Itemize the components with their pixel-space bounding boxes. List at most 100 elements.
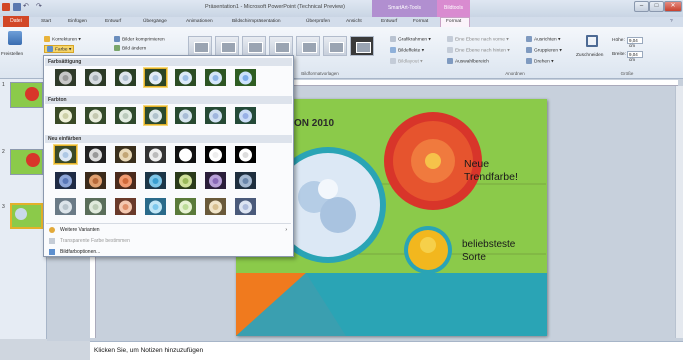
recolor-variant[interactable] (114, 197, 137, 216)
group-button[interactable]: Gruppieren ▾ (526, 47, 562, 53)
recolor-variant[interactable] (84, 197, 107, 216)
tab-smartart-format[interactable]: Format (413, 19, 428, 24)
saturation-variant[interactable] (204, 68, 227, 87)
tab-transitions[interactable]: Übergänge (143, 19, 167, 24)
remove-background-button[interactable]: Freistellen (1, 52, 23, 57)
saturation-variant[interactable] (174, 68, 197, 87)
recolor-variant[interactable] (54, 171, 77, 190)
saturation-variant[interactable] (234, 68, 257, 87)
tab-review[interactable]: Überprüfen (306, 19, 330, 24)
align-button[interactable]: Ausrichten ▾ (526, 36, 560, 42)
recolor-variant[interactable] (204, 145, 227, 164)
change-picture-icon (114, 45, 120, 51)
more-variants-item[interactable]: Weitere Varianten › (46, 225, 291, 235)
recolor-variant[interactable] (114, 145, 137, 164)
minimize-button[interactable]: – (634, 1, 649, 12)
saturation-variant[interactable] (54, 68, 77, 87)
corrections-icon (44, 36, 50, 42)
recolor-variant[interactable] (84, 171, 107, 190)
saturation-variant[interactable] (84, 68, 107, 87)
recolor-variant[interactable] (54, 145, 77, 164)
saturation-variant[interactable] (114, 68, 137, 87)
slide-thumbnail-1[interactable] (10, 82, 43, 108)
send-backward-icon (447, 47, 453, 53)
maximize-button[interactable]: □ (649, 1, 664, 12)
recolor-variant[interactable] (234, 171, 257, 190)
corrections-button[interactable]: Korrekturen ▾ (44, 36, 81, 42)
callout-line-2: Sorte (462, 252, 486, 263)
change-picture-button[interactable]: Bild ändern (114, 45, 146, 51)
recolor-variant[interactable] (174, 145, 197, 164)
recolor-variant[interactable] (174, 171, 197, 190)
tone-variant[interactable] (114, 106, 137, 125)
remove-background-icon[interactable] (8, 31, 22, 45)
recolor-variant[interactable] (54, 197, 77, 216)
vertical-scrollbar[interactable] (675, 86, 683, 338)
picture-style-3[interactable] (242, 36, 266, 56)
set-transparent-item[interactable]: Transparente Farbe bestimmen (46, 236, 291, 246)
menu-item-label: Bildfarboptionen... (60, 249, 101, 255)
crop-icon[interactable] (586, 35, 598, 47)
picture-style-5[interactable] (296, 36, 320, 56)
recolor-variant[interactable] (144, 145, 167, 164)
selection-pane-button[interactable]: Auswahlbereich (447, 58, 489, 64)
picture-border-button[interactable]: Grafikrahmen ▾ (390, 36, 431, 42)
tab-design[interactable]: Entwurf (105, 19, 121, 24)
picture-style-4[interactable] (269, 36, 293, 56)
tab-picture-format[interactable]: Format (446, 19, 461, 24)
recolor-variant[interactable] (144, 197, 167, 216)
tab-view[interactable]: Ansicht (346, 19, 362, 24)
color-button[interactable]: Farbe ▾ (44, 45, 75, 54)
picture-style-2[interactable] (215, 36, 239, 56)
rotate-button[interactable]: Drehen ▾ (526, 58, 553, 64)
redo-icon[interactable]: ↷ (36, 3, 44, 11)
crop-button[interactable]: Zuschneiden (576, 53, 603, 58)
picture-style-6[interactable] (323, 36, 347, 56)
help-icon[interactable]: ? (670, 19, 673, 24)
bring-forward-button[interactable]: Eine Ebene nach vorne ▾ (447, 36, 509, 42)
tone-variant[interactable] (144, 106, 167, 125)
tab-animations[interactable]: Animationen (186, 19, 213, 24)
callout-new-color[interactable]: Neue Trendfarbe! (464, 158, 518, 184)
tone-variant[interactable] (234, 106, 257, 125)
width-input[interactable]: 9,04 cm (627, 51, 643, 62)
tone-variant[interactable] (54, 106, 77, 125)
callout-line-2: Trendfarbe! (464, 171, 518, 183)
arrange-group-label: Anordnen (505, 71, 525, 76)
notes-field[interactable]: Klicken Sie, um Notizen hinzuzufügen (90, 341, 683, 360)
picture-style-1[interactable] (188, 36, 212, 56)
recolor-variant[interactable] (204, 197, 227, 216)
picture-effects-button[interactable]: Bildeffekte ▾ (390, 47, 424, 53)
tone-variant[interactable] (204, 106, 227, 125)
picture-color-options-item[interactable]: Bildfarboptionen... (46, 247, 291, 257)
height-input[interactable]: 9,04 cm (627, 37, 643, 48)
close-button[interactable]: ✕ (664, 1, 682, 12)
slide-thumbnail-2[interactable] (10, 149, 43, 175)
recolor-variant[interactable] (144, 171, 167, 190)
saturation-variant[interactable] (144, 68, 167, 87)
recolor-variant[interactable] (84, 145, 107, 164)
tab-slideshow[interactable]: Bildschirmpräsentation (232, 19, 281, 24)
slide-title[interactable]: ON 2010 (294, 118, 334, 129)
tab-file[interactable]: Datei (3, 16, 29, 27)
callout-favorite[interactable]: beliebsteste Sorte (462, 238, 515, 264)
tab-smartart-design[interactable]: Entwurf (381, 19, 397, 24)
menu-item-label: Weitere Varianten (60, 227, 100, 233)
undo-icon[interactable]: ↶ (23, 3, 33, 11)
palette-icon (49, 227, 55, 233)
recolor-variant[interactable] (114, 171, 137, 190)
recolor-variant[interactable] (204, 171, 227, 190)
send-backward-button[interactable]: Eine Ebene nach hinten ▾ (447, 47, 510, 53)
recolor-variant[interactable] (174, 197, 197, 216)
tab-insert[interactable]: Einfügen (68, 19, 87, 24)
tone-variant[interactable] (174, 106, 197, 125)
recolor-variant[interactable] (234, 145, 257, 164)
slide-thumbnail-3[interactable] (10, 203, 43, 229)
compress-pictures-button[interactable]: Bilder komprimieren (114, 36, 165, 42)
recolor-variant[interactable] (234, 197, 257, 216)
picture-style-7[interactable] (350, 36, 374, 56)
tone-variant[interactable] (84, 106, 107, 125)
tab-start[interactable]: Start (41, 19, 51, 24)
picture-layout-button[interactable]: Bildlayout ▾ (390, 58, 423, 64)
save-icon[interactable] (13, 3, 21, 11)
